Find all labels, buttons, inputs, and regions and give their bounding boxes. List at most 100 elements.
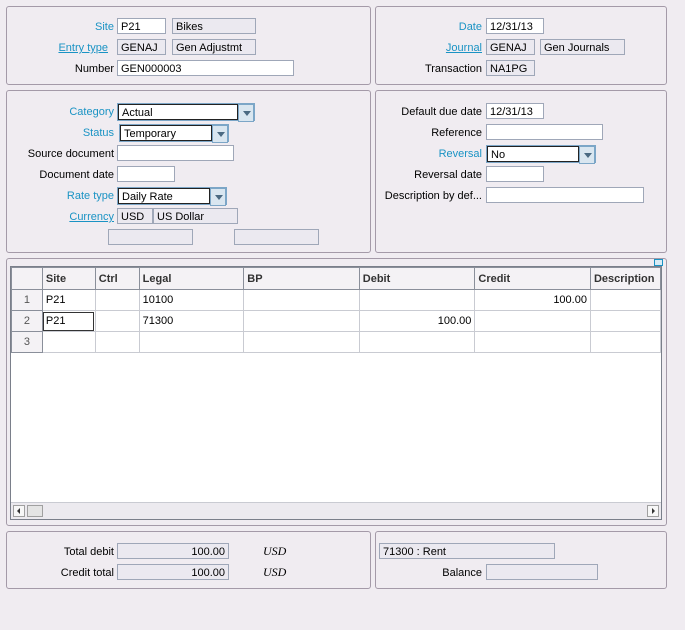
cell-legal[interactable]: [138, 331, 245, 353]
cell-bp[interactable]: [243, 310, 360, 332]
site-code-field[interactable]: P21: [117, 18, 166, 34]
scroll-right-icon[interactable]: [647, 505, 659, 517]
column-header-bp[interactable]: BP: [243, 267, 360, 290]
expand-icon[interactable]: [654, 259, 663, 266]
currency-link[interactable]: Currency: [69, 211, 114, 223]
journal-link[interactable]: Journal: [446, 42, 482, 54]
cell-ctrl[interactable]: [94, 310, 140, 332]
document-date-field[interactable]: [117, 166, 175, 182]
footer-left-panel: Total debit 100.00 USD Credit total 100.…: [6, 531, 371, 589]
cell-description[interactable]: [589, 331, 661, 353]
cell-credit[interactable]: [474, 310, 591, 332]
reversal-value: No: [487, 146, 579, 162]
currency-name-field: US Dollar: [153, 208, 238, 224]
journal-lines-table: Site Ctrl Legal BP Debit Credit Descript…: [11, 267, 661, 353]
source-document-field[interactable]: [117, 145, 234, 161]
row-number[interactable]: 1: [11, 289, 43, 311]
cell-description[interactable]: [589, 310, 661, 332]
credit-total-label: Credit total: [60, 567, 114, 579]
row-number[interactable]: 2: [11, 310, 43, 332]
status-select[interactable]: Temporary: [119, 124, 229, 143]
chevron-down-icon[interactable]: [579, 146, 595, 164]
column-header-ctrl[interactable]: Ctrl: [94, 267, 140, 290]
chevron-down-icon[interactable]: [210, 188, 226, 206]
category-value: Actual: [118, 104, 238, 120]
cell-ctrl[interactable]: [94, 331, 140, 353]
rate-type-label: Rate type: [66, 190, 114, 202]
reference-label: Reference: [431, 127, 482, 139]
balance-label: Balance: [442, 567, 482, 579]
site-name-field: Bikes: [172, 18, 256, 34]
header-left-panel: Site P21 Bikes Entry type GENAJ Gen Adju…: [6, 6, 371, 85]
reversal-date-field[interactable]: [486, 166, 544, 182]
row-number[interactable]: 3: [11, 331, 43, 353]
credit-total-field: 100.00: [117, 564, 229, 580]
entry-type-name-field: Gen Adjustmt: [172, 39, 256, 55]
description-label: Description by def...: [384, 190, 482, 202]
total-debit-field: 100.00: [117, 543, 229, 559]
cell-bp[interactable]: [243, 331, 360, 353]
cell-legal[interactable]: 10100: [138, 289, 245, 311]
column-header-site[interactable]: Site: [41, 267, 96, 290]
document-date-label: Document date: [39, 169, 114, 181]
cell-site[interactable]: P21: [41, 289, 96, 311]
scroll-thumb[interactable]: [27, 505, 43, 517]
table-row[interactable]: 3: [11, 331, 661, 353]
reversal-select[interactable]: No: [486, 145, 596, 164]
cell-legal[interactable]: 71300: [138, 310, 245, 332]
date-field[interactable]: 12/31/13: [486, 18, 544, 34]
reference-field[interactable]: [486, 124, 603, 140]
column-header-legal[interactable]: Legal: [138, 267, 245, 290]
default-due-date-label: Default due date: [401, 106, 482, 118]
entry-type-link[interactable]: Entry type: [58, 42, 108, 54]
journal-name-field: Gen Journals: [540, 39, 625, 55]
account-info-field: 71300 : Rent: [379, 543, 555, 559]
rate-type-select[interactable]: Daily Rate: [117, 187, 227, 206]
credit-total-currency: USD: [263, 565, 287, 579]
journal-lines-grid: Site Ctrl Legal BP Debit Credit Descript…: [10, 266, 662, 520]
category-select[interactable]: Actual: [117, 103, 255, 122]
rate-type-value: Daily Rate: [118, 188, 210, 204]
number-field[interactable]: GEN000003: [117, 60, 294, 76]
cell-debit[interactable]: [358, 289, 476, 311]
reversal-label: Reversal: [438, 148, 482, 160]
cell-description[interactable]: [589, 289, 661, 311]
cell-ctrl[interactable]: [94, 289, 140, 311]
status-label: Status: [82, 127, 114, 139]
entry-type-code-field: GENAJ: [117, 39, 166, 55]
header-right-panel: Date 12/31/13 Journal GENAJ Gen Journals…: [375, 6, 667, 85]
cell-debit[interactable]: 100.00: [358, 310, 476, 332]
total-debit-label: Total debit: [63, 546, 114, 558]
table-row[interactable]: 2 P21 71300 100.00: [11, 310, 661, 332]
mid-left-panel: Category Actual Status Temporary Source …: [6, 90, 371, 253]
currency-code-field: USD: [117, 208, 153, 224]
blank-field-2: [234, 229, 319, 245]
mid-right-panel: Default due date 12/31/13 Reference Reve…: [375, 90, 667, 253]
site-label: Site: [95, 21, 114, 33]
description-field[interactable]: [486, 187, 644, 203]
number-label: Number: [74, 63, 114, 75]
scroll-left-icon[interactable]: [13, 505, 25, 517]
cell-site[interactable]: [41, 331, 96, 353]
column-header-credit[interactable]: Credit: [474, 267, 591, 290]
cell-bp[interactable]: [243, 289, 360, 311]
chevron-down-icon[interactable]: [212, 125, 228, 143]
default-due-date-field[interactable]: 12/31/13: [486, 103, 544, 119]
status-value: Temporary: [120, 125, 212, 141]
table-header-row: Site Ctrl Legal BP Debit Credit Descript…: [11, 267, 661, 290]
footer-right-panel: 71300 : Rent Balance: [375, 531, 667, 589]
cell-credit[interactable]: [474, 331, 591, 353]
cell-site[interactable]: P21: [41, 310, 96, 332]
horizontal-scrollbar[interactable]: [11, 502, 661, 519]
source-document-label: Source document: [27, 148, 114, 160]
cell-credit[interactable]: 100.00: [474, 289, 591, 311]
reversal-date-label: Reversal date: [414, 169, 482, 181]
cell-debit[interactable]: [358, 331, 476, 353]
column-header-debit[interactable]: Debit: [358, 267, 476, 290]
transaction-field: NA1PG: [486, 60, 535, 76]
column-header-description[interactable]: Description: [589, 267, 661, 290]
chevron-down-icon[interactable]: [238, 104, 254, 122]
balance-field: [486, 564, 598, 580]
row-number-header: [11, 267, 43, 290]
table-row[interactable]: 1 P21 10100 100.00: [11, 289, 661, 311]
